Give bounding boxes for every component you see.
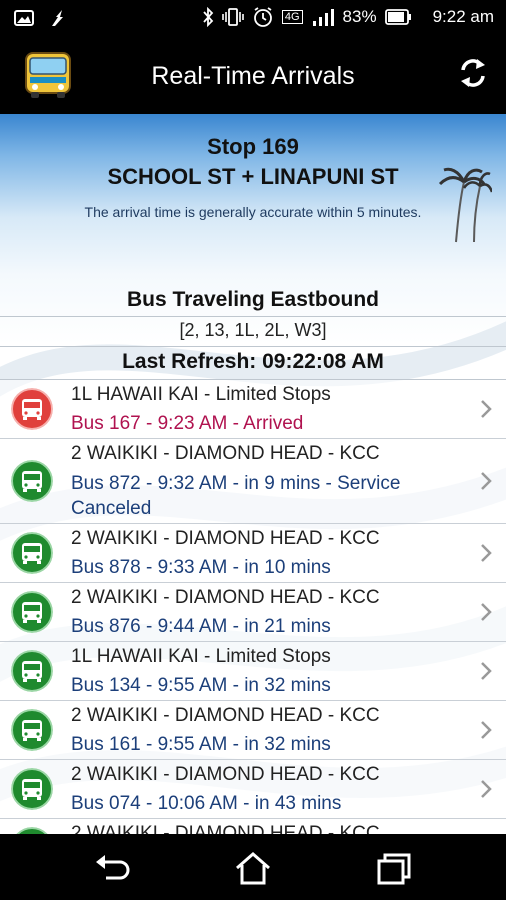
arrival-row[interactable]: 2 WAIKIKI - DIAMOND HEAD - KCC Bus 876 -… — [0, 583, 506, 642]
bus-ontime-icon — [11, 591, 53, 633]
page-title: Real-Time Arrivals — [151, 62, 355, 90]
chevron-right-icon — [481, 603, 492, 621]
stop-number: Stop 169 — [207, 134, 299, 159]
recent-apps-icon[interactable] — [374, 850, 414, 886]
chevron-right-icon — [481, 721, 492, 739]
arrival-row[interactable]: 2 WAIKIKI - DIAMOND HEAD - KCC Bus 872 -… — [0, 439, 506, 524]
divider — [0, 346, 506, 347]
route-name: 2 WAIKIKI - DIAMOND HEAD - KCC — [71, 705, 380, 726]
chevron-right-icon — [481, 780, 492, 798]
arrival-row[interactable]: 1L HAWAII KAI - Limited Stops Bus 167 - … — [0, 380, 506, 439]
refresh-icon[interactable] — [458, 56, 488, 90]
arrival-detail: Bus 134 - 9:55 AM - in 32 mins — [71, 675, 331, 696]
bus-ontime-icon — [11, 532, 53, 574]
home-icon[interactable] — [233, 850, 273, 886]
arrival-row[interactable]: 2 WAIKIKI - DIAMOND HEAD - KCC Bus 878 -… — [0, 524, 506, 583]
bus-ontime-icon — [11, 709, 53, 751]
signal-icon — [312, 9, 334, 26]
chevron-right-icon — [481, 544, 492, 562]
navigation-bar — [0, 834, 506, 900]
route-name: 2 WAIKIKI - DIAMOND HEAD - KCC — [71, 443, 380, 464]
arrival-row[interactable]: 2 WAIKIKI - DIAMOND HEAD - KCC Bus 161 -… — [0, 701, 506, 760]
back-icon[interactable] — [92, 850, 132, 886]
4g-icon: 4G — [281, 10, 303, 24]
accuracy-note: The arrival time is generally accurate w… — [84, 204, 422, 220]
route-list: [2, 13, 1L, 2L, W3] — [179, 320, 327, 340]
arrival-detail: Bus 876 - 9:44 AM - in 21 mins — [71, 616, 331, 637]
status-bar: 4G 83% 9:22 am — [0, 0, 506, 38]
app-bar: Real-Time Arrivals — [0, 38, 506, 114]
arrival-detail: Bus 872 - 9:32 AM - in 9 mins - Service … — [71, 473, 401, 519]
arrival-detail: Bus 878 - 9:33 AM - in 10 mins — [71, 557, 331, 578]
arrival-detail: Bus 161 - 9:55 AM - in 32 mins — [71, 734, 331, 755]
route-name: 1L HAWAII KAI - Limited Stops — [71, 384, 331, 405]
arrivals-content[interactable]: Stop 169 SCHOOL ST + LINAPUNI ST The arr… — [0, 114, 506, 834]
arrival-detail: Bus 167 - 9:23 AM - Arrived — [71, 413, 304, 434]
route-name: 2 WAIKIKI - DIAMOND HEAD - KCC — [71, 528, 380, 549]
divider — [0, 316, 506, 317]
vibrate-icon — [222, 8, 244, 26]
route-name: 2 WAIKIKI - DIAMOND HEAD - KCC — [71, 823, 380, 834]
charge-icon — [52, 10, 63, 26]
chevron-right-icon — [481, 400, 492, 418]
alarm-icon — [253, 7, 272, 27]
bluetooth-icon — [203, 7, 214, 27]
route-name: 2 WAIKIKI - DIAMOND HEAD - KCC — [71, 587, 380, 608]
bus-ontime-icon — [11, 768, 53, 810]
bus-arrived-icon — [11, 388, 53, 430]
arrival-detail: Bus 074 - 10:06 AM - in 43 mins — [71, 793, 342, 814]
route-name: 1L HAWAII KAI - Limited Stops — [71, 646, 331, 667]
arrival-row[interactable]: 2 WAIKIKI - DIAMOND HEAD - KCC — [0, 819, 506, 834]
battery-percent: 83% — [342, 7, 377, 26]
last-refresh: Last Refresh: 09:22:08 AM — [122, 350, 384, 373]
battery-icon — [384, 9, 411, 25]
arrival-row[interactable]: 2 WAIKIKI - DIAMOND HEAD - KCC Bus 074 -… — [0, 760, 506, 819]
chevron-right-icon — [481, 472, 492, 490]
bus-ontime-icon — [11, 650, 53, 692]
route-name: 2 WAIKIKI - DIAMOND HEAD - KCC — [71, 764, 380, 785]
bus-ontime-icon — [11, 460, 53, 502]
bus-ontime-icon — [16, 827, 48, 834]
picture-icon — [14, 10, 34, 26]
chevron-right-icon — [481, 662, 492, 680]
palm-trees-icon — [438, 167, 492, 243]
arrival-row[interactable]: 1L HAWAII KAI - Limited Stops Bus 134 - … — [0, 642, 506, 701]
direction-title: Bus Traveling Eastbound — [126, 288, 380, 311]
arrivals-list: 1L HAWAII KAI - Limited Stops Bus 167 - … — [0, 380, 506, 834]
stop-name: SCHOOL ST + LINAPUNI ST — [107, 164, 399, 189]
status-time: 9:22 am — [432, 7, 494, 26]
